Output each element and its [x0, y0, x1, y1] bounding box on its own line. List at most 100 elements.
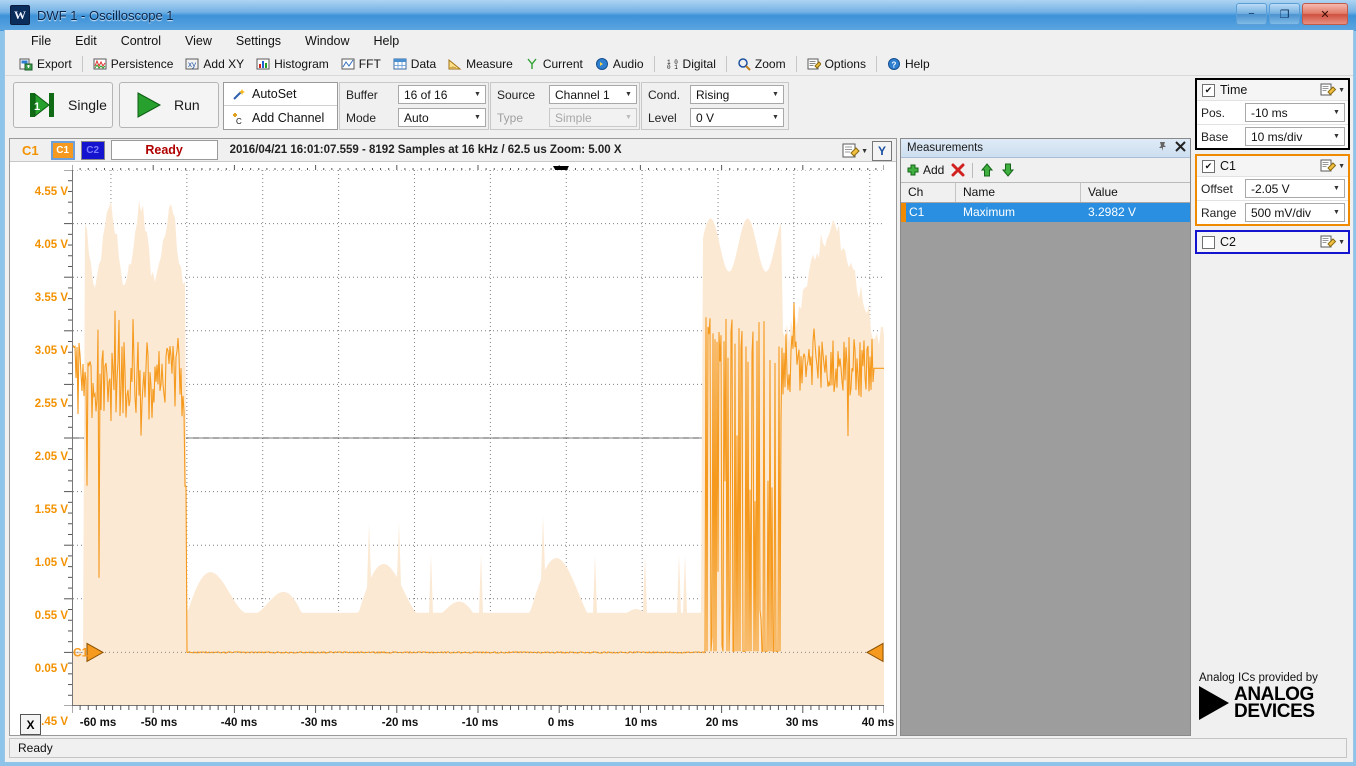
scope-header-actions: ▼ Y: [842, 141, 892, 161]
move-up-icon[interactable]: [980, 163, 994, 177]
menu-window[interactable]: Window: [293, 31, 361, 51]
single-button[interactable]: 1 Single: [13, 82, 113, 128]
minimize-button[interactable]: −: [1236, 3, 1267, 25]
y-tick: 2.55 V: [35, 398, 68, 410]
data-icon: [393, 57, 407, 71]
run-play-icon: [134, 91, 164, 119]
row-value: 3.2982 V: [1081, 203, 1190, 222]
toolbar-help[interactable]: ? Help: [881, 56, 936, 72]
menu-help[interactable]: Help: [362, 31, 412, 51]
time-pos-select[interactable]: -10 ms ▼: [1245, 103, 1345, 122]
acquisition-status-text: 2016/04/21 16:01:07.559 - 8192 Samples a…: [230, 144, 622, 156]
autoset-wand-icon: [232, 87, 246, 101]
y-tick: 1.05 V: [35, 557, 68, 569]
x-axis-button[interactable]: X: [20, 714, 41, 735]
chevron-down-icon: ▼: [861, 148, 868, 155]
y-axis-button[interactable]: Y: [872, 141, 892, 161]
table-row[interactable]: C1 Maximum 3.2982 V: [901, 203, 1190, 222]
toolbar-histogram[interactable]: Histogram: [250, 56, 335, 72]
toolbar-audio[interactable]: Audio: [589, 56, 650, 72]
toolbar-zoom[interactable]: Zoom: [731, 56, 792, 72]
x-tick: -20 ms: [382, 717, 418, 729]
chevron-down-icon: ▼: [1329, 128, 1344, 145]
toolbar-histogram-label: Histogram: [274, 57, 329, 71]
menu-edit[interactable]: Edit: [63, 31, 109, 51]
toolbar-digital[interactable]: 1 00 1 Digital: [659, 56, 722, 72]
pin-icon[interactable]: [1157, 141, 1168, 155]
channel1-range-select[interactable]: 500 mV/div ▼: [1245, 203, 1345, 222]
toolbar-add-xy[interactable]: xy Add XY: [179, 56, 250, 72]
menu-view[interactable]: View: [173, 31, 224, 51]
toolbar-data[interactable]: Data: [387, 56, 442, 72]
toolbar-export[interactable]: Export: [13, 56, 78, 72]
add-channel-button[interactable]: C Add Channel: [224, 106, 337, 129]
cond-select[interactable]: Rising ▼: [690, 85, 784, 104]
chevron-down-icon: ▼: [621, 109, 636, 126]
toolbar-persistence[interactable]: Persistence: [87, 56, 180, 72]
type-select[interactable]: Simple ▼: [549, 108, 637, 127]
menu-control[interactable]: Control: [109, 31, 173, 51]
time-base-select[interactable]: 10 ms/div ▼: [1245, 127, 1345, 146]
menu-file[interactable]: File: [19, 31, 63, 51]
buffer-group: Buffer 16 of 16 ▼ Mode Auto ▼: [339, 82, 489, 130]
channel2-options-button[interactable]: ▼: [1320, 235, 1345, 250]
x-tick: -40 ms: [221, 717, 257, 729]
source-value: Channel 1: [555, 88, 610, 102]
column-header-value: Value: [1081, 183, 1190, 202]
y-tick: 3.05 V: [35, 345, 68, 357]
move-down-icon[interactable]: [1001, 163, 1015, 177]
channel1-range-row: Range 500 mV/div ▼: [1197, 200, 1348, 224]
mode-row: Mode Auto ▼: [340, 106, 488, 129]
channel-tab-c1[interactable]: C1: [51, 141, 75, 160]
close-icon[interactable]: [1175, 141, 1186, 155]
waveform-plot[interactable]: C1: [72, 170, 884, 706]
toolbar-measure[interactable]: Measure: [442, 56, 519, 72]
add-channel-label: Add Channel: [252, 111, 324, 125]
channel2-enable-checkbox[interactable]: [1202, 236, 1215, 249]
level-row: Level 0 V ▼: [642, 106, 788, 129]
channel1-offset-select[interactable]: -2.05 V ▼: [1245, 179, 1345, 198]
toolbar-separator-4: [796, 56, 797, 72]
add-measurement-button[interactable]: Add: [906, 163, 944, 177]
options-icon: [807, 57, 821, 71]
autoset-button[interactable]: AutoSet: [224, 83, 337, 106]
chevron-down-icon: ▼: [768, 86, 783, 103]
y-tick: 2.05 V: [35, 451, 68, 463]
menu-settings[interactable]: Settings: [224, 31, 293, 51]
toolbar-current[interactable]: Current: [519, 56, 589, 72]
time-options-button[interactable]: ▼: [1320, 83, 1345, 98]
x-tick: 0 ms: [548, 717, 574, 729]
time-pos-value: -10 ms: [1251, 106, 1288, 120]
fft-icon: [341, 57, 355, 71]
run-button-label: Run: [174, 97, 200, 113]
channel-tab-c2[interactable]: C2: [81, 141, 105, 160]
channel1-options-button[interactable]: ▼: [1320, 159, 1345, 174]
acquisition-state-badge: Ready: [111, 140, 218, 160]
toolbar-fft[interactable]: FFT: [335, 56, 387, 72]
adi-line2: DEVICES: [1234, 703, 1315, 720]
sponsor-text: Analog ICs provided by: [1199, 672, 1347, 684]
plus-icon: [906, 163, 920, 177]
buffer-value: 16 of 16: [404, 88, 447, 102]
time-enable-checkbox[interactable]: ✔: [1202, 84, 1215, 97]
measurements-table-header: Ch Name Value: [901, 183, 1190, 203]
scope-options-button[interactable]: ▼: [842, 142, 868, 160]
oscilloscope-plot-panel: C1 C1 C2 Ready 2016/04/21 16:01:07.559 -…: [9, 138, 897, 736]
delete-measurement-icon[interactable]: [951, 163, 965, 177]
y-tick: 3.55 V: [35, 292, 68, 304]
status-bar-text: Ready: [18, 741, 53, 755]
time-group-header: ✔ Time ▼: [1197, 80, 1348, 100]
source-select[interactable]: Channel 1 ▼: [549, 85, 637, 104]
channel2-group: C2 ▼: [1195, 230, 1350, 254]
chevron-down-icon: ▼: [1329, 204, 1344, 221]
close-button[interactable]: ✕: [1302, 3, 1348, 25]
maximize-button[interactable]: ❐: [1269, 3, 1300, 25]
level-select[interactable]: 0 V ▼: [690, 108, 784, 127]
window-title: DWF 1 - Oscilloscope 1: [37, 8, 174, 23]
channel1-enable-checkbox[interactable]: ✔: [1202, 160, 1215, 173]
title-bar: W DWF 1 - Oscilloscope 1 − ❐ ✕: [0, 0, 1356, 31]
buffer-select[interactable]: 16 of 16 ▼: [398, 85, 486, 104]
run-button[interactable]: Run: [119, 82, 219, 128]
toolbar-options[interactable]: Options: [801, 56, 872, 72]
mode-select[interactable]: Auto ▼: [398, 108, 486, 127]
